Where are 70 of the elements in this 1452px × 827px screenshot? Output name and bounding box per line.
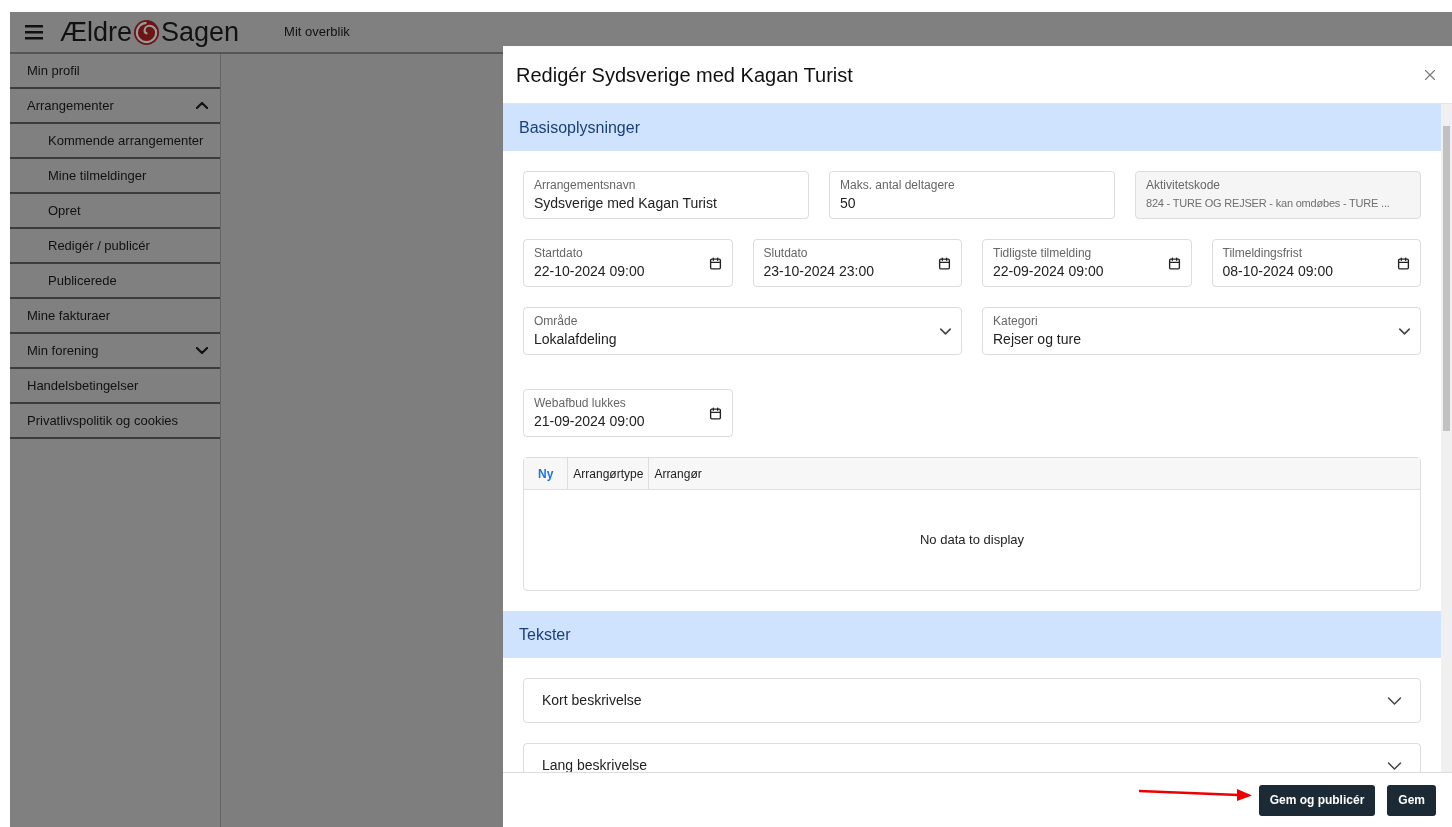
menu-icon[interactable] <box>25 24 43 40</box>
date-field[interactable]: Webafbud lukkes 21-09-2024 09:00 <box>523 389 733 437</box>
field-label: Startdato <box>534 245 584 261</box>
field-value: Sydsverige med Kagan Turist <box>534 193 717 213</box>
field-value: Lokalafdeling <box>534 329 617 349</box>
save-button[interactable]: Gem <box>1387 784 1436 816</box>
field-label: Webafbud lukkes <box>534 395 627 411</box>
logo-text: Sagen <box>161 18 240 46</box>
date-field[interactable]: Tidligste tilmelding 22-09-2024 09:00 <box>982 239 1192 287</box>
sidebar-subitem[interactable]: Kommende arrangementer <box>10 124 220 159</box>
chevron-down-icon <box>1387 761 1402 770</box>
field-label: Maks. antal deltagere <box>840 177 955 193</box>
accordion-title: Lang beskrivelse <box>542 756 648 772</box>
select-field[interactable]: Område Lokalafdeling <box>523 307 962 355</box>
logo-text: Ældre <box>60 18 133 46</box>
sidebar-item[interactable]: Privatlivspolitik og cookies <box>10 404 220 439</box>
new-link[interactable]: Ny <box>524 458 569 489</box>
field-label: Aktivitetskode <box>1146 177 1222 193</box>
field-value: 08-10-2024 09:00 <box>1222 261 1334 281</box>
select-field[interactable]: Kategori Rejser og ture <box>982 307 1421 355</box>
input-field[interactable]: Maks. antal deltagere 50 <box>829 171 1115 219</box>
field-label: Kategori <box>993 313 1039 329</box>
field-label: Tilmeldingsfrist <box>1222 245 1304 261</box>
calendar-icon <box>1167 256 1181 270</box>
sidebar-subitem[interactable]: Opret <box>10 194 220 229</box>
sidebar-item[interactable]: Min profil <box>10 54 220 89</box>
field-value: 22-10-2024 09:00 <box>534 261 645 281</box>
accordion-title: Kort beskrivelse <box>542 691 642 710</box>
field-value: 23-10-2024 23:00 <box>763 261 875 281</box>
column-header: Arrangørtype <box>568 458 650 489</box>
accordion-header[interactable]: Kort beskrivelse <box>523 678 1421 723</box>
nav-link[interactable]: Mit overblik <box>284 22 350 42</box>
field-value: Rejser og ture <box>993 329 1081 349</box>
date-field[interactable]: Startdato 22-10-2024 09:00 <box>523 239 733 287</box>
field-value: 824 - TURE OG REJSER - kan omdøbes - TURE ... <box>1146 195 1390 211</box>
dialog-title: Redigér Sydsverige med Kagan Turist <box>516 62 853 88</box>
chevron-down-icon <box>1399 327 1410 335</box>
field-label: Tidligste tilmelding <box>993 245 1093 261</box>
scrollbar-thumb[interactable] <box>1443 126 1450 431</box>
sidebar-item[interactable]: Mine fakturaer <box>10 299 220 334</box>
field-label: Område <box>534 313 579 329</box>
sidebar-subitem[interactable]: Redigér / publicér <box>10 229 220 264</box>
field-label: Arrangementsnavn <box>534 177 637 193</box>
field-value: 22-09-2024 09:00 <box>993 261 1104 281</box>
chevron-down-icon <box>940 327 951 335</box>
accordion-header[interactable]: Lang beskrivelse <box>523 743 1421 772</box>
sidebar-item[interactable]: Min forening <box>10 334 220 369</box>
sidebar-item[interactable]: Arrangementer <box>10 89 220 124</box>
input-field[interactable]: Arrangementsnavn Sydsverige med Kagan Turist <box>523 171 809 219</box>
save-button[interactable]: Gem og publicér <box>1258 784 1376 816</box>
calendar-icon <box>1397 256 1410 270</box>
calendar-icon <box>708 256 722 270</box>
field-value: 50 <box>840 193 857 213</box>
field-value: 21-09-2024 09:00 <box>534 411 645 431</box>
chevron-down-icon <box>1387 696 1402 705</box>
empty-message: No data to display <box>919 531 1025 550</box>
calendar-icon <box>708 406 722 420</box>
sidebar-subitem[interactable]: Mine tilmeldinger <box>10 159 220 194</box>
date-field[interactable]: Slutdato 23-10-2024 23:00 <box>752 239 962 287</box>
section-title: Tekster <box>519 624 571 645</box>
sidebar-subitem[interactable]: Publicerede <box>10 264 220 299</box>
calendar-icon <box>938 256 951 270</box>
chevron-down-icon <box>196 347 208 354</box>
column-header: Arrangør <box>653 465 703 483</box>
spiral-logo-icon <box>133 18 161 46</box>
section-title: Basisoplysninger <box>519 117 640 138</box>
date-field[interactable]: Tilmeldingsfrist 08-10-2024 09:00 <box>1211 239 1421 287</box>
sidebar-item[interactable]: Handelsbetingelser <box>10 369 220 404</box>
chevron-up-icon <box>196 102 208 109</box>
field-label: Slutdato <box>763 245 809 261</box>
